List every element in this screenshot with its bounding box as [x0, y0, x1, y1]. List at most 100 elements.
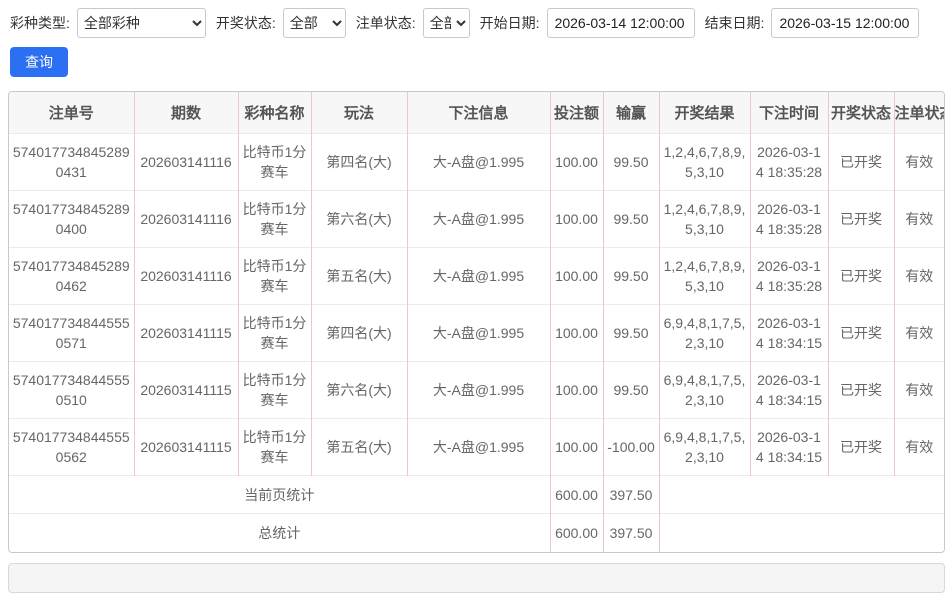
cell-bet-amount: 100.00 [550, 191, 603, 248]
summary-empty-cell [659, 514, 944, 552]
cell-bet-info: 大-A盘@1.995 [407, 305, 550, 362]
pagination-bar [8, 563, 945, 593]
cell-play: 第四名(大) [311, 134, 407, 191]
cell-period: 202603141116 [134, 134, 238, 191]
cell-draw-status: 已开奖 [828, 248, 894, 305]
cell-lottery: 比特币1分赛车 [238, 134, 311, 191]
cell-result: 1,2,4,6,7,8,9,5,3,10 [659, 191, 750, 248]
start-date-input[interactable] [547, 8, 695, 38]
summary-win-loss: 397.50 [603, 514, 659, 552]
cell-bet-number: 5740177348452890431 [9, 134, 134, 191]
cell-bet-amount: 100.00 [550, 134, 603, 191]
header-win-loss: 输赢 [603, 92, 659, 134]
lottery-type-select[interactable]: 全部彩种 [77, 8, 206, 38]
cell-bet-status: 有效 [894, 419, 944, 476]
cell-win-loss: -100.00 [603, 419, 659, 476]
cell-bet-amount: 100.00 [550, 362, 603, 419]
header-period: 期数 [134, 92, 238, 134]
filter-bar: 彩种类型: 全部彩种 开奖状态: 全部 注单状态: 全部 开始日期: 结束日期: [10, 8, 948, 38]
cell-bet-status: 有效 [894, 305, 944, 362]
bet-status-select[interactable]: 全部 [423, 8, 470, 38]
cell-result: 1,2,4,6,7,8,9,5,3,10 [659, 248, 750, 305]
cell-win-loss: 99.50 [603, 134, 659, 191]
summary-label: 当前页统计 [9, 476, 550, 514]
cell-bet-status: 有效 [894, 191, 944, 248]
start-date-label: 开始日期: [480, 13, 540, 33]
cell-bet-amount: 100.00 [550, 305, 603, 362]
cell-bet-time: 2026-03-14 18:34:15 [750, 305, 828, 362]
summary-row-current-page: 当前页统计 600.00 397.50 [9, 476, 944, 514]
cell-period: 202603141115 [134, 305, 238, 362]
end-date-label: 结束日期: [705, 13, 765, 33]
cell-result: 6,9,4,8,1,7,5,2,3,10 [659, 419, 750, 476]
cell-draw-status: 已开奖 [828, 134, 894, 191]
cell-bet-info: 大-A盘@1.995 [407, 248, 550, 305]
cell-play: 第六名(大) [311, 362, 407, 419]
header-bet-amount: 投注额 [550, 92, 603, 134]
cell-bet-time: 2026-03-14 18:35:28 [750, 134, 828, 191]
lottery-type-label: 彩种类型: [10, 13, 70, 33]
cell-bet-number: 5740177348445550510 [9, 362, 134, 419]
cell-bet-status: 有效 [894, 134, 944, 191]
header-bet-number: 注单号 [9, 92, 134, 134]
summary-label: 总统计 [9, 514, 550, 552]
cell-bet-info: 大-A盘@1.995 [407, 191, 550, 248]
summary-win-loss: 397.50 [603, 476, 659, 514]
cell-lottery: 比特币1分赛车 [238, 191, 311, 248]
cell-result: 6,9,4,8,1,7,5,2,3,10 [659, 362, 750, 419]
cell-win-loss: 99.50 [603, 191, 659, 248]
cell-period: 202603141115 [134, 419, 238, 476]
cell-bet-status: 有效 [894, 248, 944, 305]
cell-play: 第四名(大) [311, 305, 407, 362]
summary-bet-amount: 600.00 [550, 514, 603, 552]
cell-bet-info: 大-A盘@1.995 [407, 419, 550, 476]
cell-period: 202603141116 [134, 191, 238, 248]
cell-lottery: 比特币1分赛车 [238, 248, 311, 305]
cell-draw-status: 已开奖 [828, 305, 894, 362]
table-row: 5740177348452890462 202603141116 比特币1分赛车… [9, 248, 944, 305]
cell-bet-status: 有效 [894, 362, 944, 419]
cell-bet-time: 2026-03-14 18:35:28 [750, 248, 828, 305]
cell-period: 202603141116 [134, 248, 238, 305]
cell-bet-time: 2026-03-14 18:34:15 [750, 362, 828, 419]
cell-win-loss: 99.50 [603, 362, 659, 419]
table-header-row: 注单号 期数 彩种名称 玩法 下注信息 投注额 输赢 开奖结果 下注时间 开奖状… [9, 92, 944, 134]
cell-bet-amount: 100.00 [550, 248, 603, 305]
cell-period: 202603141115 [134, 362, 238, 419]
table-row: 5740177348445550571 202603141115 比特币1分赛车… [9, 305, 944, 362]
search-button[interactable]: 查询 [10, 47, 68, 77]
table-row: 5740177348452890431 202603141116 比特币1分赛车… [9, 134, 944, 191]
table-row: 5740177348445550562 202603141115 比特币1分赛车… [9, 419, 944, 476]
draw-status-label: 开奖状态: [216, 13, 276, 33]
cell-bet-time: 2026-03-14 18:34:15 [750, 419, 828, 476]
cell-bet-info: 大-A盘@1.995 [407, 362, 550, 419]
cell-draw-status: 已开奖 [828, 362, 894, 419]
cell-play: 第五名(大) [311, 419, 407, 476]
cell-bet-number: 5740177348452890400 [9, 191, 134, 248]
cell-result: 1,2,4,6,7,8,9,5,3,10 [659, 134, 750, 191]
end-date-input[interactable] [771, 8, 919, 38]
cell-bet-amount: 100.00 [550, 419, 603, 476]
bet-records-table-container: 注单号 期数 彩种名称 玩法 下注信息 投注额 输赢 开奖结果 下注时间 开奖状… [8, 91, 945, 553]
table-row: 5740177348452890400 202603141116 比特币1分赛车… [9, 191, 944, 248]
table-row: 5740177348445550510 202603141115 比特币1分赛车… [9, 362, 944, 419]
cell-play: 第五名(大) [311, 248, 407, 305]
header-draw-status: 开奖状态 [828, 92, 894, 134]
summary-row-total: 总统计 600.00 397.50 [9, 514, 944, 552]
cell-bet-number: 5740177348452890462 [9, 248, 134, 305]
cell-win-loss: 99.50 [603, 248, 659, 305]
summary-empty-cell [659, 476, 944, 514]
button-row: 查询 [10, 47, 948, 77]
cell-bet-number: 5740177348445550571 [9, 305, 134, 362]
cell-result: 6,9,4,8,1,7,5,2,3,10 [659, 305, 750, 362]
header-bet-time: 下注时间 [750, 92, 828, 134]
header-bet-info: 下注信息 [407, 92, 550, 134]
cell-lottery: 比特币1分赛车 [238, 305, 311, 362]
cell-draw-status: 已开奖 [828, 191, 894, 248]
header-bet-status: 注单状态 [894, 92, 944, 134]
bet-records-table: 注单号 期数 彩种名称 玩法 下注信息 投注额 输赢 开奖结果 下注时间 开奖状… [9, 92, 944, 552]
cell-bet-time: 2026-03-14 18:35:28 [750, 191, 828, 248]
header-play: 玩法 [311, 92, 407, 134]
header-result: 开奖结果 [659, 92, 750, 134]
draw-status-select[interactable]: 全部 [283, 8, 346, 38]
